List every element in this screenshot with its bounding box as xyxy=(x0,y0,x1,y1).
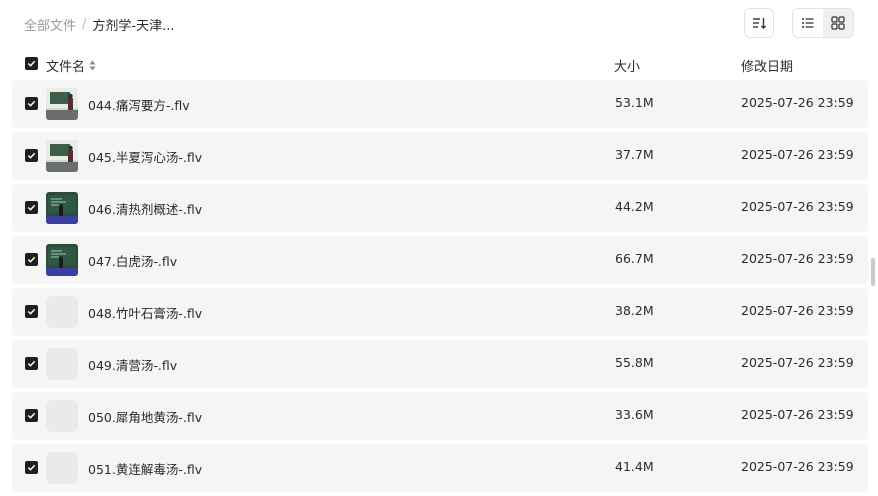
select-all-checkbox[interactable] xyxy=(25,57,38,70)
breadcrumb-current: 方剂学-天津... xyxy=(92,19,175,34)
file-size: 37.7M xyxy=(615,147,654,162)
row-checkbox[interactable] xyxy=(25,97,38,110)
file-row[interactable]: 046.清热剂概述-.flv 44.2M 2025-07-26 23:59 xyxy=(12,184,868,232)
file-modified-date: 2025-07-26 23:59 xyxy=(741,147,854,162)
file-modified-date: 2025-07-26 23:59 xyxy=(741,407,854,422)
file-thumbnail xyxy=(46,400,78,432)
breadcrumb-separator: / xyxy=(82,17,87,32)
file-row[interactable]: 044.痛泻要方-.flv 53.1M 2025-07-26 23:59 xyxy=(12,80,868,128)
checkmark-icon xyxy=(27,412,36,419)
file-name[interactable]: 047.白虎汤-.flv xyxy=(88,251,177,270)
row-checkbox[interactable] xyxy=(25,305,38,318)
file-row[interactable]: 047.白虎汤-.flv 66.7M 2025-07-26 23:59 xyxy=(12,236,868,284)
scrollbar-thumb[interactable] xyxy=(871,258,875,286)
file-name[interactable]: 049.清营汤-.flv xyxy=(88,355,177,374)
breadcrumb-root-link[interactable]: 全部文件 xyxy=(24,15,76,34)
file-modified-date: 2025-07-26 23:59 xyxy=(741,459,854,474)
grid-view-icon xyxy=(831,16,845,30)
sort-button[interactable] xyxy=(744,8,774,38)
row-checkbox[interactable] xyxy=(25,253,38,266)
file-name[interactable]: 045.半夏泻心汤-.flv xyxy=(88,147,202,166)
file-modified-date: 2025-07-26 23:59 xyxy=(741,251,854,266)
checkmark-icon xyxy=(27,256,36,263)
file-modified-date: 2025-07-26 23:59 xyxy=(741,303,854,318)
checkmark-icon xyxy=(27,360,36,367)
file-size: 41.4M xyxy=(615,459,654,474)
file-modified-date: 2025-07-26 23:59 xyxy=(741,355,854,370)
size-column-header[interactable]: 大小 xyxy=(614,56,640,75)
file-size: 66.7M xyxy=(615,251,654,266)
checkmark-icon xyxy=(27,152,36,159)
checkmark-icon xyxy=(27,60,36,67)
file-name[interactable]: 051.黄连解毒汤-.flv xyxy=(88,459,202,478)
file-size: 44.2M xyxy=(615,199,654,214)
file-row[interactable]: 045.半夏泻心汤-.flv 37.7M 2025-07-26 23:59 xyxy=(12,132,868,180)
modified-column-header[interactable]: 修改日期 xyxy=(741,56,793,75)
file-name[interactable]: 050.犀角地黄汤-.flv xyxy=(88,407,202,426)
sort-caret-icon[interactable] xyxy=(89,60,96,71)
checkmark-icon xyxy=(27,100,36,107)
row-checkbox[interactable] xyxy=(25,357,38,370)
row-checkbox[interactable] xyxy=(25,149,38,162)
file-row[interactable]: 048.竹叶石膏汤-.flv 38.2M 2025-07-26 23:59 xyxy=(12,288,868,336)
list-view-icon xyxy=(802,18,814,28)
breadcrumb: 全部文件 / 方剂学-天津... xyxy=(24,15,175,34)
row-checkbox[interactable] xyxy=(25,461,38,474)
file-thumbnail xyxy=(46,192,78,224)
checkmark-icon xyxy=(27,204,36,211)
file-thumbnail xyxy=(46,348,78,380)
checkmark-icon xyxy=(27,464,36,471)
file-row[interactable]: 049.清营汤-.flv 55.8M 2025-07-26 23:59 xyxy=(12,340,868,388)
grid-view-button[interactable] xyxy=(823,9,853,37)
file-size: 53.1M xyxy=(615,95,654,110)
file-list: 044.痛泻要方-.flv 53.1M 2025-07-26 23:59 045.半夏… xyxy=(12,80,868,496)
file-thumbnail xyxy=(46,296,78,328)
top-bar: 全部文件 / 方剂学-天津... xyxy=(0,0,878,48)
file-modified-date: 2025-07-26 23:59 xyxy=(741,199,854,214)
file-thumbnail xyxy=(46,452,78,484)
list-view-button[interactable] xyxy=(793,9,823,37)
file-name[interactable]: 046.清热剂概述-.flv xyxy=(88,199,202,218)
name-column-label: 文件名 xyxy=(46,60,86,75)
file-thumbnail xyxy=(46,244,78,276)
sort-icon xyxy=(753,18,766,29)
row-checkbox[interactable] xyxy=(25,201,38,214)
checkmark-icon xyxy=(27,308,36,315)
file-name[interactable]: 044.痛泻要方-.flv xyxy=(88,95,190,114)
row-checkbox[interactable] xyxy=(25,409,38,422)
file-size: 33.6M xyxy=(615,407,654,422)
file-modified-date: 2025-07-26 23:59 xyxy=(741,95,854,110)
file-thumbnail xyxy=(46,140,78,172)
table-header: 文件名 大小 修改日期 xyxy=(0,52,878,76)
file-size: 38.2M xyxy=(615,303,654,318)
file-row[interactable]: 050.犀角地黄汤-.flv 33.6M 2025-07-26 23:59 xyxy=(12,392,868,440)
file-thumbnail xyxy=(46,88,78,120)
file-size: 55.8M xyxy=(615,355,654,370)
name-column-header[interactable]: 文件名 xyxy=(46,56,96,75)
file-row[interactable]: 051.黄连解毒汤-.flv 41.4M 2025-07-26 23:59 xyxy=(12,444,868,492)
view-toggle xyxy=(792,8,854,38)
file-name[interactable]: 048.竹叶石膏汤-.flv xyxy=(88,303,202,322)
